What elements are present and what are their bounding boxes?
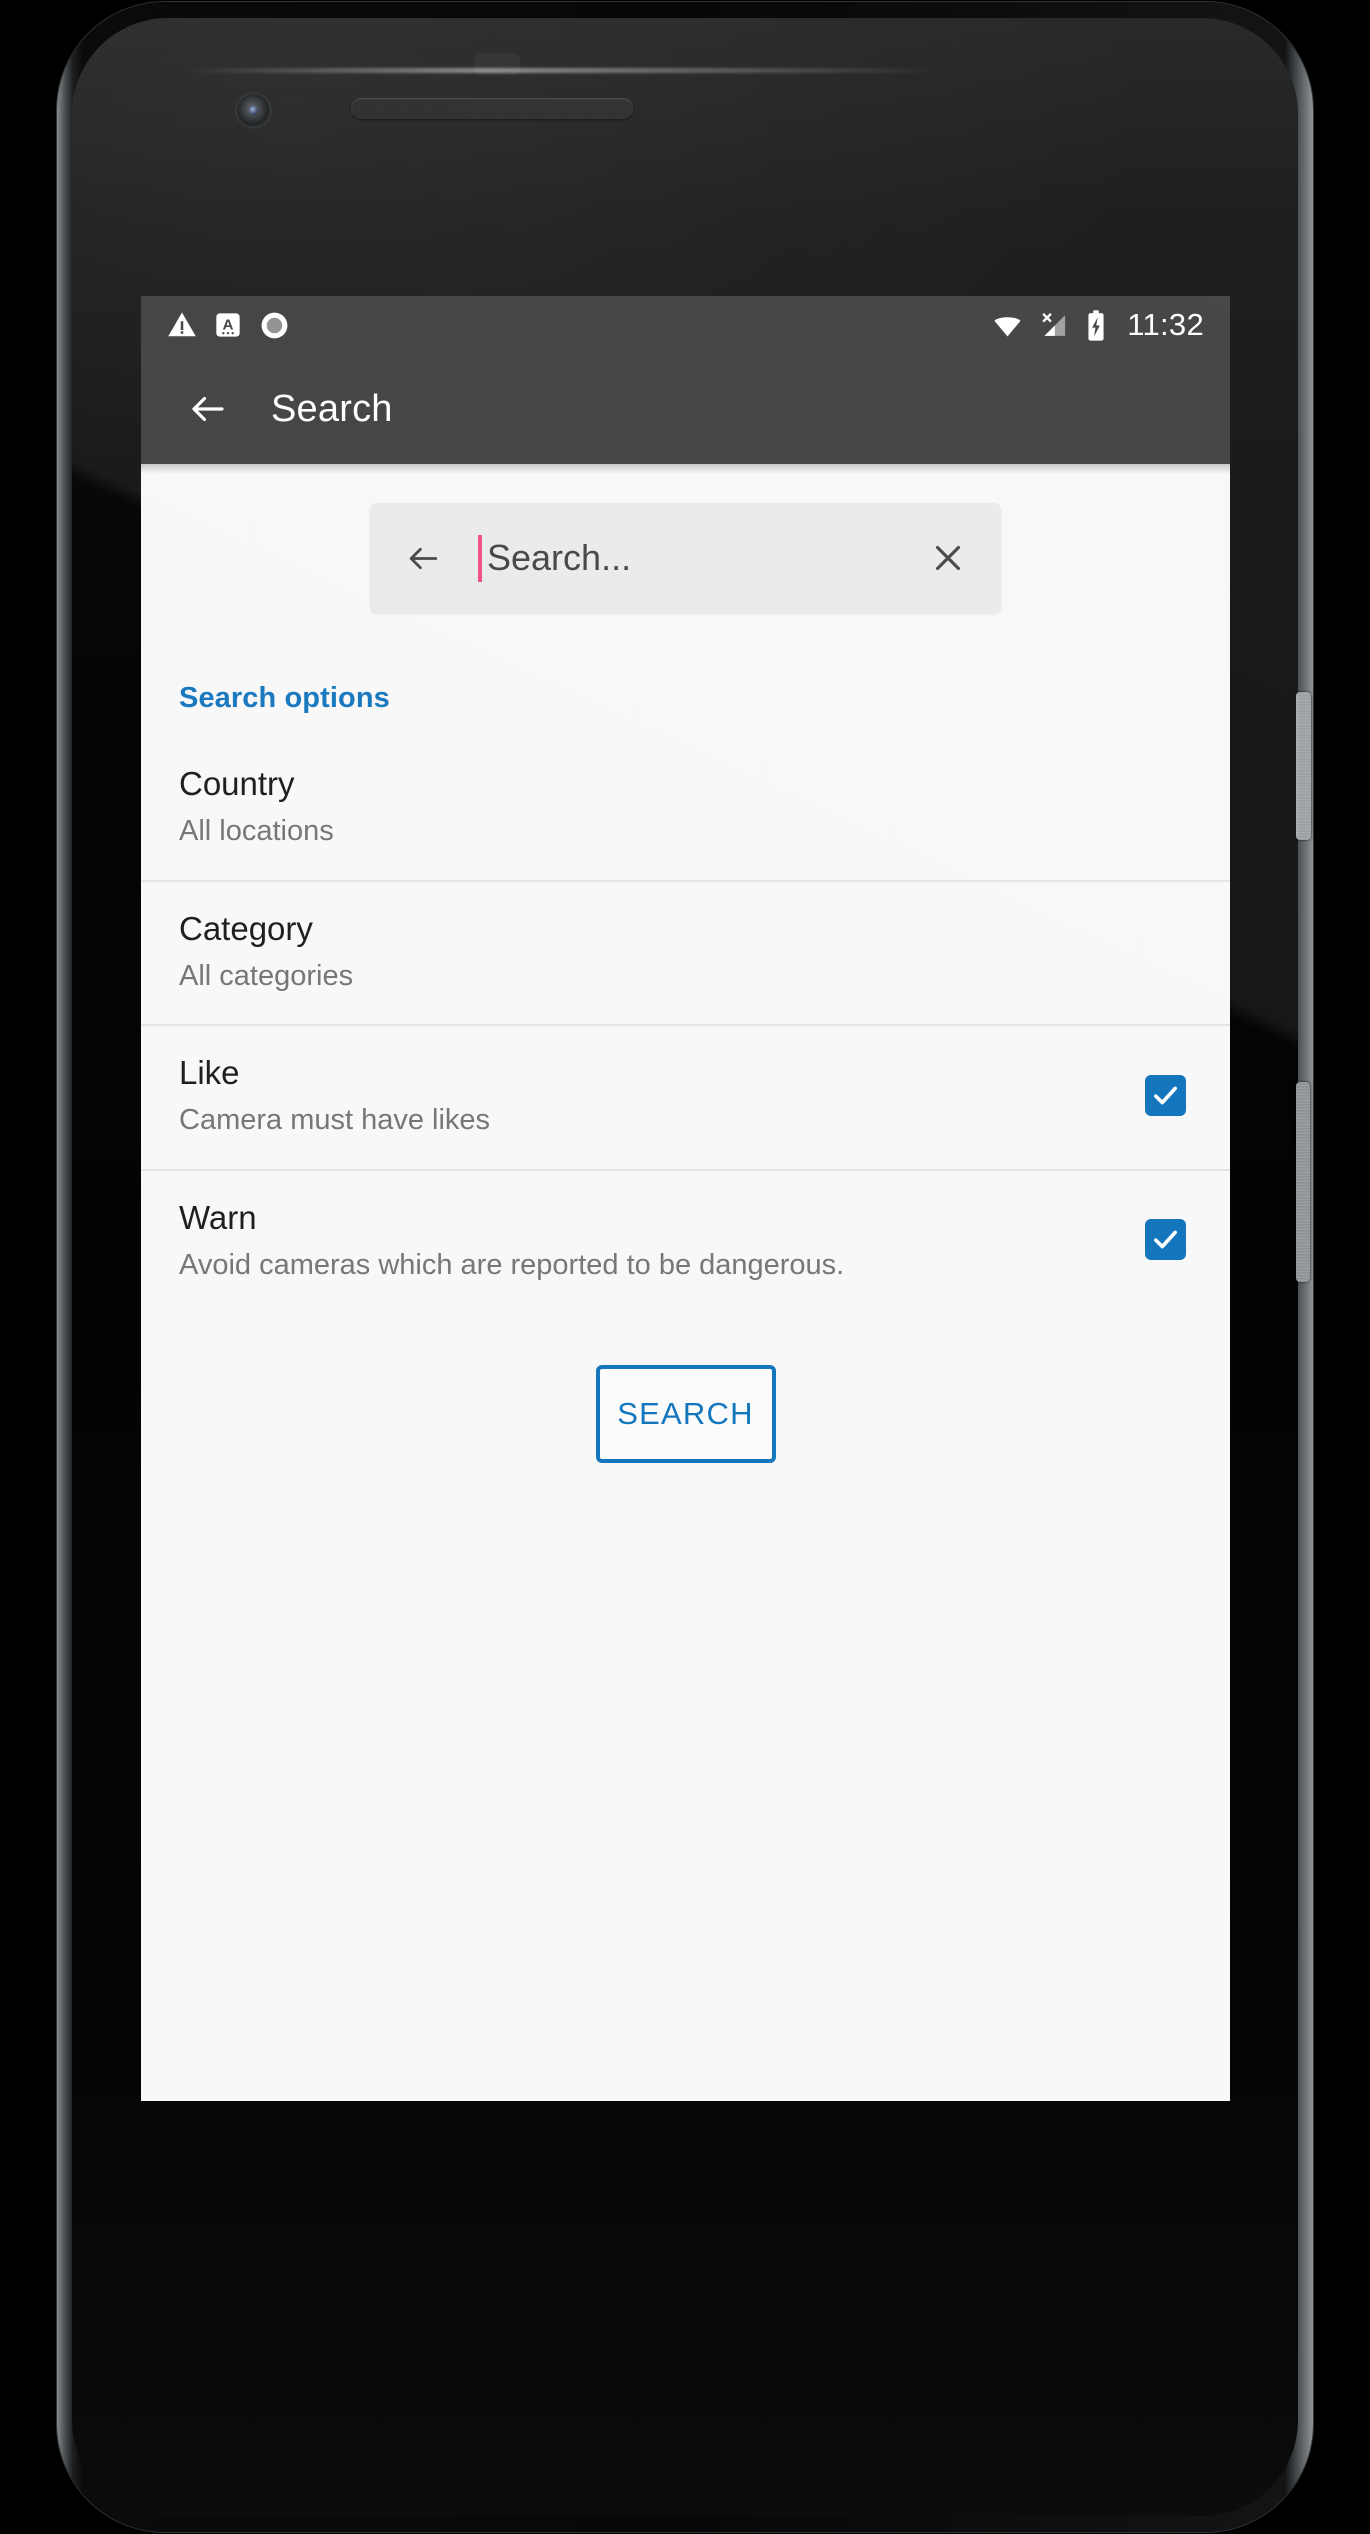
search-options-list: Country All locations Category All categ… (141, 737, 1230, 1313)
option-subtitle: Camera must have likes (179, 1104, 491, 1137)
option-title: Category (179, 909, 313, 947)
search-input-card[interactable]: Search... (370, 503, 1001, 613)
search-button-container: SEARCH (141, 1365, 1230, 1463)
status-bar-right-icons: 11:32 (991, 307, 1204, 343)
battery-charging-icon (1088, 309, 1104, 341)
option-text: Like Camera must have likes (179, 1052, 1145, 1139)
adb-badge-icon: A (216, 313, 240, 337)
close-icon (935, 545, 961, 571)
status-bar-left-icons: A (167, 310, 290, 341)
device-screen: A 11:32 Search Search... Search options … (141, 296, 1230, 2101)
option-subtitle: Avoid cameras which are reported to be d… (179, 1248, 845, 1281)
no-sim-signal-icon (1042, 312, 1066, 336)
status-bar-clock: 11:32 (1127, 307, 1204, 342)
volume-rocker-button[interactable] (1296, 1082, 1310, 1282)
text-cursor (478, 534, 482, 582)
option-text: Category All categories (179, 908, 1194, 995)
option-row-category[interactable]: Category All categories (141, 879, 1230, 1025)
option-row-country[interactable]: Country All locations (141, 737, 1230, 880)
arrow-back-icon (192, 396, 224, 422)
svg-text:A: A (223, 317, 234, 334)
glass-glint (182, 68, 942, 73)
option-row-warn[interactable]: Warn Avoid cameras which are reported to… (141, 1168, 1230, 1314)
warn-checkbox[interactable] (1145, 1219, 1186, 1261)
search-clear-button[interactable] (919, 529, 977, 587)
like-checkbox[interactable] (1145, 1074, 1186, 1116)
warning-triangle-icon (168, 312, 196, 337)
wifi-icon (994, 316, 1021, 336)
option-title: Country (179, 765, 295, 802)
screen-record-icon (261, 312, 288, 338)
option-subtitle: All categories (179, 959, 354, 992)
toolbar-back-button[interactable] (175, 376, 241, 442)
check-icon (1154, 1086, 1177, 1105)
search-button[interactable]: SEARCH (595, 1365, 776, 1463)
search-field-container: Search... (141, 464, 1230, 613)
app-toolbar: Search (141, 354, 1230, 464)
status-bar: A 11:32 (141, 296, 1230, 354)
option-text: Country All locations (179, 763, 1194, 850)
search-options-heading: Search options (179, 682, 390, 714)
option-row-like[interactable]: Like Camera must have likes (141, 1024, 1230, 1169)
search-input-wrapper[interactable]: Search... (452, 534, 919, 582)
option-title: Warn (179, 1198, 257, 1236)
earpiece-speaker (351, 98, 633, 119)
front-camera-icon (237, 94, 270, 127)
content-area: Search... Search options Country All loc… (141, 464, 1230, 2101)
power-button[interactable] (1296, 692, 1311, 840)
page-title: Search (271, 387, 393, 430)
search-back-button[interactable] (394, 529, 452, 587)
option-text: Warn Avoid cameras which are reported to… (179, 1197, 1145, 1284)
option-subtitle: All locations (179, 815, 334, 848)
toolbar-shadow (141, 464, 1230, 474)
arrow-back-icon (409, 547, 437, 569)
option-title: Like (179, 1054, 240, 1091)
screenshot-root: A 11:32 Search Search... Search options … (0, 0, 1370, 2534)
search-input[interactable]: Search... (487, 537, 631, 579)
check-icon (1154, 1230, 1177, 1249)
